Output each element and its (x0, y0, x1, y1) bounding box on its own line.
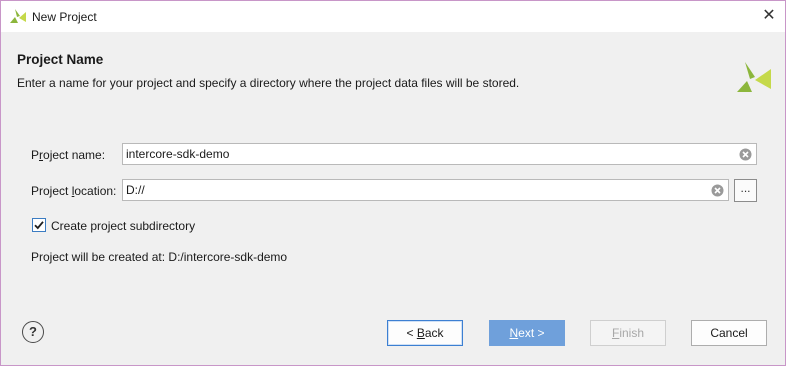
ellipsis-icon: ... (740, 181, 751, 195)
app-logo-icon (10, 9, 26, 23)
finish-button[interactable]: Finish (590, 320, 666, 346)
page-subtitle: Enter a name for your project and specif… (17, 76, 520, 90)
new-project-dialog: New Project ✕ Project Name Enter a name … (0, 0, 786, 366)
back-mnemonic: B (416, 326, 425, 340)
project-name-field[interactable] (122, 143, 757, 165)
next-mnemonic: N (509, 326, 519, 340)
project-location-label-part: Project (31, 184, 72, 198)
back-label-part: ack (424, 326, 444, 340)
browse-button[interactable]: ... (734, 179, 757, 202)
product-logo-icon (737, 62, 771, 92)
wizard-header: Project Name Enter a name for your proje… (1, 32, 785, 110)
create-subdirectory-label[interactable]: Create project subdirectory (51, 219, 195, 233)
cancel-button[interactable]: Cancel (691, 320, 767, 346)
help-icon: ? (29, 324, 37, 339)
next-label-part: ext > (518, 326, 545, 340)
close-icon: ✕ (762, 7, 776, 24)
back-button[interactable]: < Back (387, 320, 463, 346)
project-location-input[interactable] (126, 182, 703, 198)
clear-icon[interactable] (711, 184, 724, 197)
project-name-label-part: oject name: (43, 148, 106, 162)
window-title: New Project (32, 10, 97, 24)
checkmark-icon (34, 221, 44, 230)
created-at-text: Project will be created at: D:/intercore… (31, 250, 288, 264)
project-location-field[interactable] (122, 179, 729, 201)
project-name-label: Project name: (31, 148, 105, 162)
project-location-label-part: ocation: (74, 184, 117, 198)
project-location-label: Project location: (31, 184, 116, 198)
create-subdirectory-checkbox[interactable] (32, 218, 46, 232)
finish-label-part: inish (619, 326, 645, 340)
help-button[interactable]: ? (22, 321, 44, 343)
clear-icon[interactable] (739, 148, 752, 161)
project-name-label-part: P (31, 148, 40, 162)
project-name-input[interactable] (126, 146, 731, 162)
next-button[interactable]: Next > (489, 320, 565, 346)
page-title: Project Name (17, 52, 104, 67)
close-button[interactable]: ✕ (757, 5, 781, 27)
title-bar: New Project ✕ (1, 1, 785, 32)
back-label-part: < (406, 326, 417, 340)
